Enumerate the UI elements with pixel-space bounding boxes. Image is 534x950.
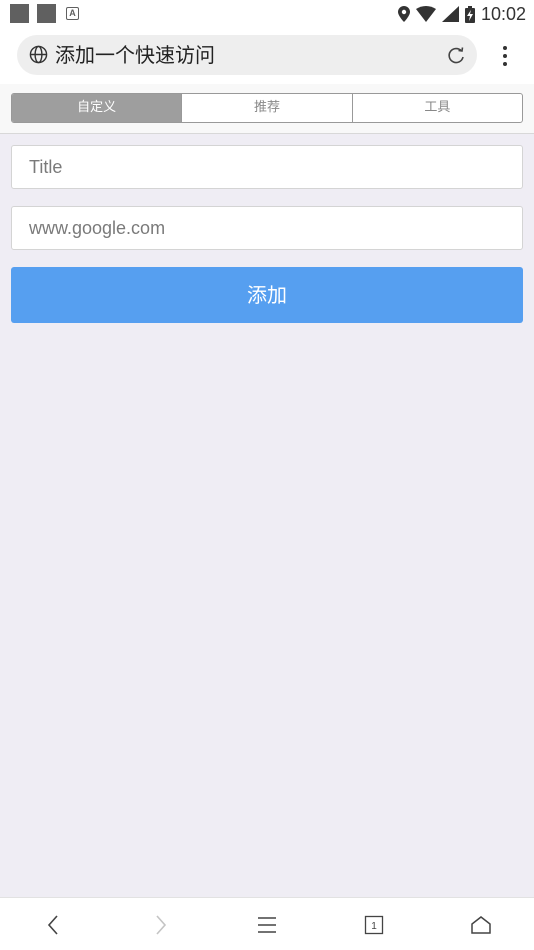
tab-tools[interactable]: 工具 [353,94,522,122]
tabs-icon: 1 [364,915,384,934]
tab-recommended[interactable]: 推荐 [182,94,353,122]
globe-icon [29,45,48,64]
tab-bar: 自定义 推荐 工具 [0,84,534,134]
title-input[interactable] [11,145,523,189]
reload-icon[interactable] [445,44,467,66]
notification-square-icon [37,4,56,23]
status-bar: A 10:02 [0,0,534,28]
home-button[interactable] [451,898,511,950]
tab-custom[interactable]: 自定义 [12,94,183,122]
tabs-button[interactable]: 1 [344,898,404,950]
forward-icon [156,914,167,935]
notification-square-icon [10,4,29,23]
home-icon [471,915,491,934]
status-time: 10:02 [480,3,526,24]
menu-button[interactable] [237,898,297,950]
address-bar: 添加一个快速访问 [0,28,534,84]
segmented-tabs: 自定义 推荐 工具 [11,93,523,123]
location-icon [397,6,410,22]
add-button[interactable]: 添加 [11,267,523,323]
signal-icon [441,6,459,22]
menu-icon [258,916,276,933]
tab-count: 1 [371,921,377,932]
page-title: 添加一个快速访问 [55,43,215,67]
menu-dots-icon[interactable] [493,42,517,70]
status-right: 10:02 [397,3,526,25]
back-icon [47,914,58,935]
wifi-icon [415,6,436,22]
a-icon: A [66,7,79,20]
url-input[interactable] [11,206,523,250]
address-pill[interactable]: 添加一个快速访问 [17,35,477,75]
back-button[interactable] [23,898,83,950]
forward-button[interactable] [131,898,191,950]
bottom-nav: 1 [0,897,534,950]
battery-charging-icon [464,5,475,23]
